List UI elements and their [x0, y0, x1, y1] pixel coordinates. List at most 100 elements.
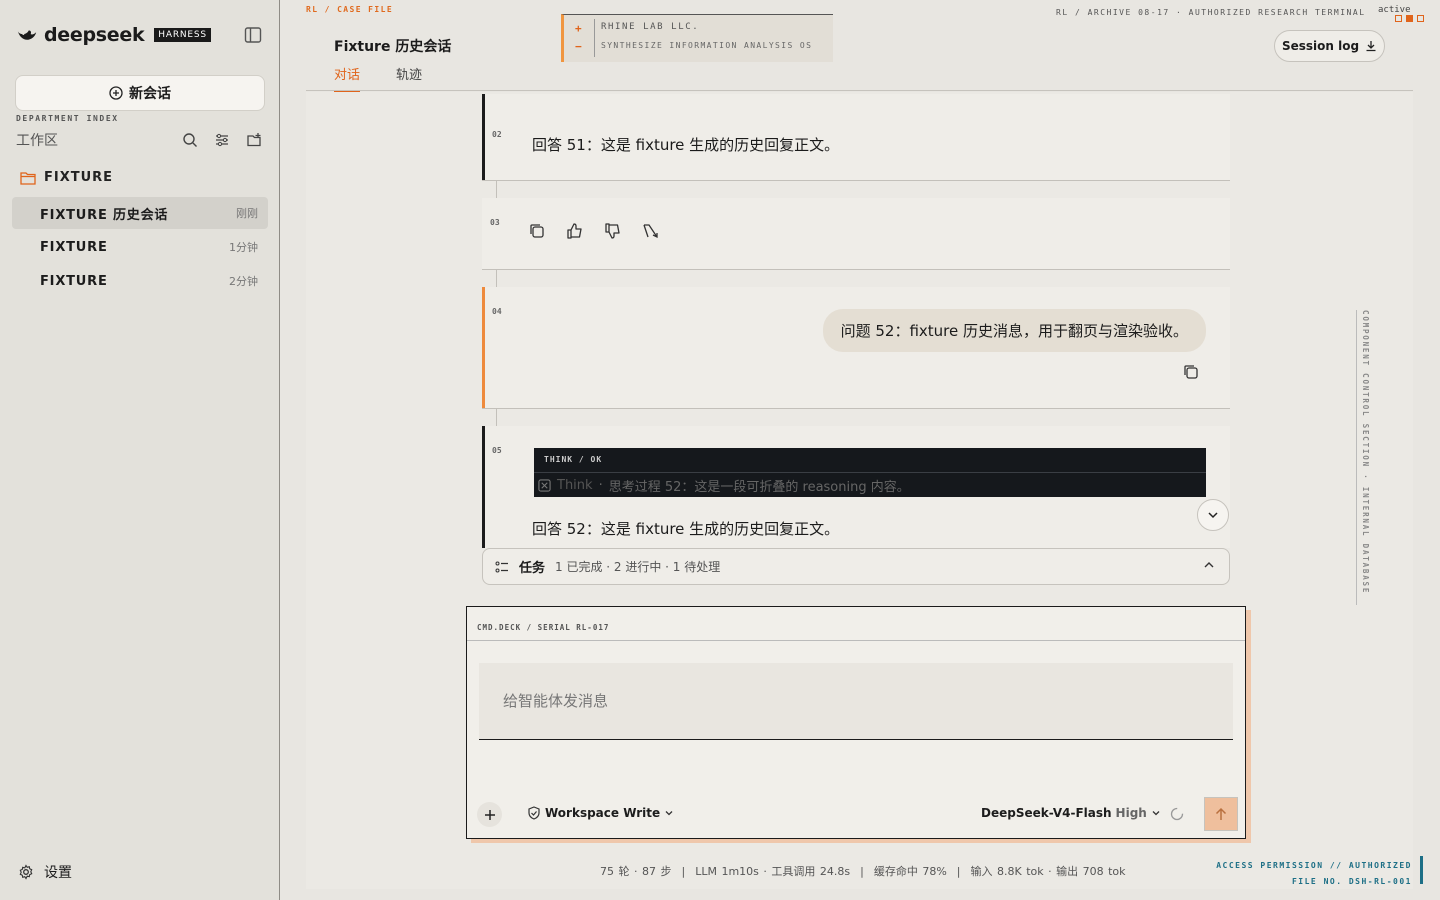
banner-subtitle: SYNTHESIZE INFORMATION ANALYSIS OS	[601, 41, 813, 50]
chevron-down-icon	[1208, 512, 1218, 519]
settings-label: 设置	[44, 865, 72, 881]
tab-trace[interactable]: 轨迹	[396, 64, 422, 93]
chevron-down-icon	[1152, 811, 1160, 816]
vertical-label: COMPONENT CONTROL SECTION · INTERNAL DAT…	[1356, 310, 1376, 605]
composer-header: CMD.DECK / SERIAL RL-017	[477, 623, 610, 632]
shield-icon	[528, 806, 540, 820]
thinking-block[interactable]: THINK / OK Think · 思考过程 52：这是一段可折叠的 reas…	[534, 448, 1206, 497]
arrow-up-icon	[1215, 807, 1227, 820]
session-title: FIXTURE	[40, 239, 108, 255]
stat-turns: 75 轮 · 87 步	[600, 865, 672, 878]
banner-plus: +	[575, 22, 582, 35]
tab-bar: 对话 轨迹	[334, 64, 422, 93]
assistant-message: 05 THINK / OK Think · 思考过程 52：这是一段可折叠的 r…	[482, 426, 1230, 548]
status-square	[1417, 15, 1424, 22]
message-bar	[482, 287, 485, 408]
folder-label: FIXTURE	[44, 170, 114, 185]
model-level: High	[1115, 806, 1147, 820]
task-summary-bar[interactable]: 任务 1 已完成 · 2 进行中 · 1 待处理	[482, 548, 1230, 585]
new-chat-label: 新会话	[129, 86, 171, 102]
composer-divider	[467, 640, 1245, 641]
copy-icon[interactable]	[528, 222, 548, 242]
thinking-summary: Think · 思考过程 52：这是一段可折叠的 reasoning 内容。	[538, 476, 910, 495]
loading-icon[interactable]	[1170, 807, 1184, 821]
message-text: 回答 52：这是 fixture 生成的历史回复正文。	[532, 520, 840, 538]
folder-icon	[20, 171, 36, 185]
status-square	[1406, 15, 1413, 22]
run-stats: 75 轮 · 87 步 | LLM 1m10s · 工具调用 24.8s | 缓存命中 …	[600, 863, 1126, 879]
branch-icon[interactable]	[642, 222, 662, 242]
session-title: FIXTURE 历史会话	[40, 207, 169, 223]
message-number: 03	[490, 218, 500, 227]
thumbs-up-icon[interactable]	[566, 222, 586, 242]
brain-icon	[538, 479, 551, 492]
brand-logo[interactable]: deepseek HARNESS	[16, 24, 211, 46]
chevron-up-icon[interactable]	[1203, 559, 1215, 571]
message-number: 04	[492, 307, 502, 316]
chevron-down-icon	[665, 811, 673, 816]
folder-fixture[interactable]: FIXTURE	[20, 170, 113, 185]
vertical-text: COMPONENT CONTROL SECTION · INTERNAL DAT…	[1361, 310, 1370, 595]
message-bar	[482, 94, 485, 180]
session-item[interactable]: FIXTURE 2分钟	[12, 265, 268, 297]
thinking-dot: ·	[598, 478, 603, 493]
message-text: 回答 51：这是 fixture 生成的历史回复正文。	[532, 136, 840, 154]
session-log-button[interactable]: Session log	[1274, 30, 1385, 62]
workspace-tools	[180, 130, 264, 150]
new-folder-icon[interactable]	[244, 130, 264, 150]
banner-title: RHINE LAB LLC.	[601, 22, 700, 32]
access-bar	[1420, 856, 1423, 884]
page-title: Fixture 历史会话	[334, 39, 452, 55]
status-badge: active	[1378, 5, 1411, 15]
assistant-message: 02 回答 51：这是 fixture 生成的历史回复正文。	[482, 94, 1230, 181]
session-log-label: Session log	[1281, 39, 1360, 53]
permission-selector[interactable]: Workspace Write	[527, 806, 674, 820]
message-number: 02	[492, 130, 502, 139]
message-bar	[482, 426, 485, 548]
filter-icon[interactable]	[212, 130, 232, 150]
new-chat-button[interactable]: 新会话	[15, 75, 265, 111]
stat-separator: |	[860, 865, 864, 878]
workspace-label: 工作区	[16, 133, 58, 149]
status-square	[1395, 15, 1402, 22]
stat-llm: LLM 1m10s · 工具调用 24.8s	[695, 865, 851, 878]
thinking-divider	[534, 472, 1206, 473]
user-message: 04 问题 52：fixture 历史消息，用于翻页与渲染验收。	[482, 287, 1230, 409]
plus-icon	[484, 809, 495, 820]
copy-icon[interactable]	[1182, 363, 1202, 383]
thinking-word: Think	[557, 478, 593, 493]
sidebar-toggle-icon[interactable]	[244, 26, 264, 46]
composer: CMD.DECK / SERIAL RL-017 Workspace Write…	[466, 606, 1246, 839]
settings-button[interactable]: 设置	[18, 862, 72, 882]
model-name: DeepSeek-V4-Flash	[981, 806, 1112, 820]
thumbs-down-icon[interactable]	[604, 222, 624, 242]
tab-chat[interactable]: 对话	[334, 64, 361, 93]
message-actions: 03	[482, 198, 1230, 270]
stat-cache: 缓存命中 78%	[873, 865, 947, 878]
session-item[interactable]: FIXTURE 历史会话 刚刚	[12, 197, 268, 229]
sidebar: deepseek HARNESS 新会话 DEPARTMENT INDEX 工作…	[0, 0, 280, 900]
stat-separator: |	[956, 865, 961, 878]
stat-tokens: 输入 8.8K tok · 输出 708 tok	[970, 865, 1126, 878]
task-list-icon	[495, 561, 508, 572]
session-item[interactable]: FIXTURE 1分钟	[12, 231, 268, 263]
download-icon	[1366, 41, 1376, 52]
stat-separator: |	[681, 865, 686, 878]
task-label: 任务	[519, 561, 546, 576]
session-time: 2分钟	[229, 275, 258, 288]
whale-icon	[17, 30, 37, 40]
thinking-status: THINK / OK	[544, 455, 603, 464]
send-button[interactable]	[1204, 797, 1238, 831]
breadcrumb: RL / CASE FILE	[306, 5, 394, 14]
model-selector[interactable]: DeepSeek-V4-Flash High	[981, 806, 1161, 820]
access-line: ACCESS PERMISSION // AUTHORIZED	[1216, 861, 1412, 870]
message-input[interactable]	[479, 663, 1233, 740]
add-attachment-button[interactable]	[477, 802, 502, 827]
brand-name: deepseek	[44, 24, 145, 46]
gear-icon	[19, 864, 33, 880]
banner-divider	[594, 19, 595, 57]
search-icon[interactable]	[180, 130, 200, 150]
session-time: 刚刚	[236, 207, 258, 220]
scroll-down-button[interactable]	[1197, 499, 1229, 531]
brand-tag: HARNESS	[154, 28, 211, 42]
